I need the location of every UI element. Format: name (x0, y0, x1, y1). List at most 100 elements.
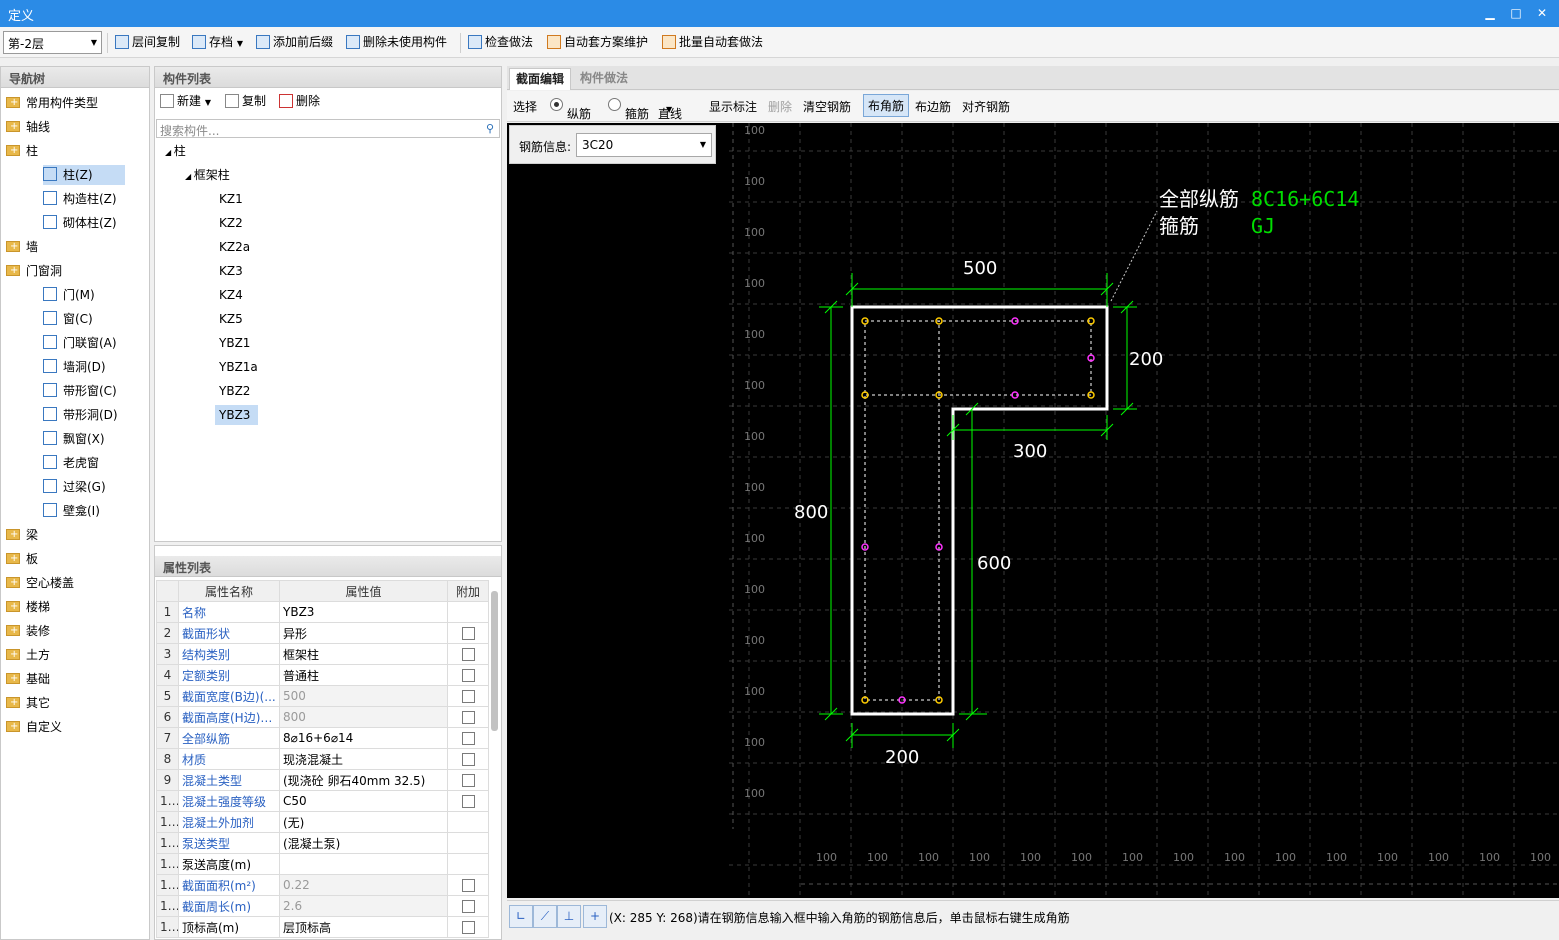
nav-item[interactable]: 带形窗(C) (43, 381, 117, 401)
property-row[interactable]: 16 顶标高(m) 层顶标高 (156, 916, 489, 938)
property-scrollbar[interactable] (491, 591, 498, 731)
property-value[interactable]: 普通柱 (279, 664, 448, 686)
nav-item[interactable]: 其它 (6, 693, 50, 713)
floor-select[interactable]: 第-2层 ▼ (3, 31, 102, 54)
property-value[interactable]: 500 (279, 685, 448, 707)
show-dims-button[interactable]: 显示标注 (709, 98, 757, 115)
component-tree-item[interactable]: YBZ3 (215, 405, 258, 425)
nav-item[interactable]: 门窗洞 (6, 261, 62, 281)
extra-checkbox[interactable] (461, 795, 475, 808)
component-tree-item[interactable]: ◢ 框架柱 (185, 165, 230, 185)
tab-component-method[interactable]: 构件做法 (574, 68, 634, 90)
align-rebar-button[interactable]: 对齐钢筋 (962, 98, 1010, 115)
nav-item[interactable]: 飘窗(X) (43, 429, 105, 449)
property-value[interactable]: YBZ3 (279, 601, 448, 623)
property-row[interactable]: 13 泵送高度(m) (156, 853, 489, 875)
property-value[interactable]: 0.22 (279, 874, 448, 896)
component-search-input[interactable]: 搜索构件... ⚲ (156, 119, 500, 138)
snap-line-icon[interactable]: ⟋ (533, 905, 557, 928)
property-row[interactable]: 9 混凝土类型 (现浇砼 卵石40mm 32.5) (156, 769, 489, 791)
nav-item[interactable]: 砌体柱(Z) (43, 213, 117, 233)
property-row[interactable]: 1 名称 YBZ3 (156, 601, 489, 623)
property-value[interactable]: 800 (279, 706, 448, 728)
property-row[interactable]: 6 截面高度(H边)(... 800 (156, 706, 489, 728)
property-value[interactable]: 2.6 (279, 895, 448, 917)
radio-longitudinal[interactable]: 纵筋 (550, 98, 591, 121)
component-tree-item[interactable]: KZ1 (215, 189, 243, 209)
edge-rebar-button[interactable]: 布边筋 (915, 98, 951, 115)
nav-item[interactable]: 板 (6, 549, 38, 569)
property-value[interactable]: (现浇砼 卵石40mm 32.5) (279, 769, 448, 791)
property-row[interactable]: 15 截面周长(m) 2.6 (156, 895, 489, 917)
component-tree-item[interactable]: ◢ 柱 (165, 141, 186, 161)
property-row[interactable]: 12 泵送类型 (混凝土泵) (156, 832, 489, 854)
select-tool[interactable]: 选择 (513, 98, 537, 115)
property-value[interactable]: 现浇混凝土 (279, 748, 448, 770)
nav-item[interactable]: 柱 (6, 141, 38, 161)
drawing-canvas[interactable]: 100 100 100 100 100 100 100 100 100 100 100 100 100 1… (507, 123, 1559, 898)
nav-item[interactable]: 老虎窗 (43, 453, 99, 473)
extra-checkbox[interactable] (461, 627, 475, 640)
maximize-button[interactable]: □ (1505, 3, 1527, 23)
extra-checkbox[interactable] (461, 900, 475, 913)
property-value[interactable]: 框架柱 (279, 643, 448, 665)
nav-item[interactable]: 基础 (6, 669, 50, 689)
extra-checkbox[interactable] (461, 879, 475, 892)
extra-checkbox[interactable] (461, 732, 475, 745)
batch-auto-button[interactable]: 批量自动套做法 (662, 33, 763, 53)
nav-item[interactable]: 门联窗(A) (43, 333, 117, 353)
property-row[interactable]: 10 混凝土强度等级 C50 (156, 790, 489, 812)
extra-checkbox[interactable] (461, 774, 475, 787)
rebar-info-select[interactable]: 3C20 ▼ (576, 133, 712, 157)
nav-item[interactable]: 过梁(G) (43, 477, 106, 497)
property-value[interactable]: 层顶标高 (279, 916, 448, 938)
nav-item[interactable]: 窗(C) (43, 309, 93, 329)
clear-rebar-button[interactable]: 清空钢筋 (803, 98, 851, 115)
property-row[interactable]: 11 混凝土外加剂 (无) (156, 811, 489, 833)
component-tree-item[interactable]: YBZ1 (215, 333, 250, 353)
extra-checkbox[interactable] (461, 921, 475, 934)
nav-item[interactable]: 梁 (6, 525, 38, 545)
ortho-mode-icon[interactable]: ∟ (509, 905, 533, 928)
delete-unused-button[interactable]: 删除未使用构件 (346, 33, 447, 53)
section-drawing[interactable]: 100 100 100 100 100 100 100 100 100 100 100 100 100 1… (507, 123, 1559, 898)
radio-stirrup[interactable]: 箍筋 (608, 98, 649, 121)
nav-item[interactable]: 壁龛(I) (43, 501, 100, 521)
nav-item[interactable]: 构造柱(Z) (43, 189, 117, 209)
expand-icon[interactable]: ◢ (185, 172, 194, 181)
search-icon[interactable]: ⚲ (486, 122, 494, 135)
corner-rebar-button[interactable]: 布角筋 (863, 94, 910, 117)
property-value[interactable]: (混凝土泵) (279, 832, 448, 854)
nav-item[interactable]: 墙 (6, 237, 38, 257)
extra-checkbox[interactable] (461, 690, 475, 703)
new-component-button[interactable]: 新建 ▼ (160, 92, 211, 112)
component-tree-item[interactable]: KZ2a (215, 237, 250, 257)
component-tree-item[interactable]: YBZ2 (215, 381, 250, 401)
property-row[interactable]: 14 截面面积(m²) 0.22 (156, 874, 489, 896)
copy-component-button[interactable]: 复制 (225, 92, 266, 112)
check-method-button[interactable]: 检查做法 (468, 33, 533, 53)
property-value[interactable]: 8⌀16+6⌀14 (279, 727, 448, 749)
nav-item[interactable]: 空心楼盖 (6, 573, 74, 593)
property-row[interactable]: 2 截面形状 异形 (156, 622, 489, 644)
extra-checkbox[interactable] (461, 753, 475, 766)
nav-item[interactable]: 自定义 (6, 717, 62, 737)
close-button[interactable]: ✕ (1531, 3, 1553, 23)
component-tree-item[interactable]: KZ5 (215, 309, 243, 329)
add-prefix-suffix-button[interactable]: 添加前后缀 (256, 33, 333, 53)
tab-section-edit[interactable]: 截面编辑 (509, 68, 572, 90)
auto-scheme-button[interactable]: 自动套方案维护 (547, 33, 648, 53)
nav-item[interactable]: 带形洞(D) (43, 405, 118, 425)
extra-checkbox[interactable] (461, 711, 475, 724)
extra-checkbox[interactable] (461, 669, 475, 682)
delete-rebar-button[interactable]: 删除 (768, 98, 792, 115)
nav-item[interactable]: 墙洞(D) (43, 357, 106, 377)
archive-button[interactable]: 存档 ▼ (192, 33, 243, 53)
property-value[interactable]: C50 (279, 790, 448, 812)
expand-icon[interactable]: ◢ (165, 148, 174, 157)
nav-item[interactable]: 楼梯 (6, 597, 50, 617)
nav-item[interactable]: 常用构件类型 (6, 93, 98, 113)
extra-checkbox[interactable] (461, 648, 475, 661)
minimize-button[interactable]: ▁ (1479, 3, 1501, 23)
component-tree-item[interactable]: KZ4 (215, 285, 243, 305)
